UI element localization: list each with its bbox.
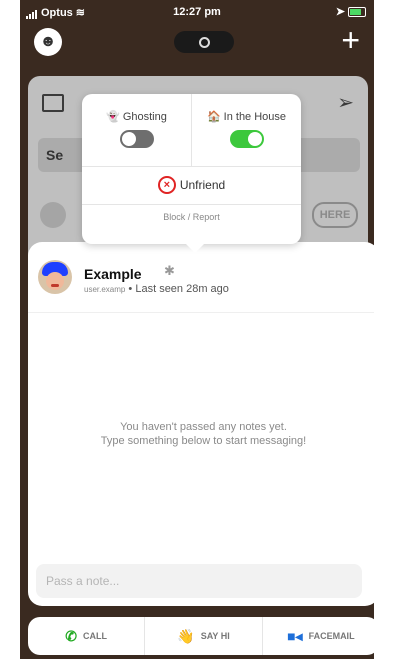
mail-icon bbox=[42, 94, 64, 112]
contact-name: Example bbox=[84, 266, 142, 282]
battery-icon bbox=[348, 6, 366, 17]
ghosting-label-wrap: 👻 Ghosting bbox=[82, 110, 191, 123]
profile-face-button[interactable]: ☻ bbox=[34, 28, 62, 56]
subtitle-separator: • bbox=[128, 283, 133, 295]
say-hi-label: SAY HI bbox=[200, 631, 230, 641]
avatar-mouth bbox=[51, 284, 59, 287]
location-icon: ➤ bbox=[335, 6, 345, 18]
background-avatar bbox=[40, 202, 66, 228]
background-search-text: Se bbox=[46, 147, 64, 163]
status-time: 12:27 pm bbox=[173, 6, 221, 18]
top-bar: ☻ + bbox=[20, 24, 374, 64]
empty-state-line-1: You haven't passed any notes yet. bbox=[120, 421, 287, 433]
contact-avatar[interactable] bbox=[38, 260, 72, 294]
in-the-house-toggle[interactable] bbox=[229, 130, 264, 148]
ghost-icon: 👻 bbox=[106, 111, 120, 123]
block-report-link[interactable]: Block / Report bbox=[82, 212, 301, 222]
in-the-house-label: In the House bbox=[223, 111, 287, 123]
wave-hand-icon: 👋 bbox=[177, 627, 195, 644]
say-hi-button[interactable]: 👋 SAY HI bbox=[144, 617, 261, 655]
contact-subtitle: user.examp • Last seen 28m ago bbox=[84, 283, 229, 295]
status-right: ➤ bbox=[336, 5, 366, 18]
last-seen: Last seen 28m ago bbox=[135, 283, 229, 295]
camera-dot-icon bbox=[198, 36, 210, 48]
ghosting-label: Ghosting bbox=[122, 111, 167, 123]
toggle-knob bbox=[247, 132, 262, 146]
close-circle-icon: × bbox=[157, 176, 176, 194]
ghosting-toggle[interactable] bbox=[119, 130, 154, 148]
unfriend-button[interactable]: × Unfriend bbox=[82, 166, 301, 205]
chat-panel: Example ✱ user.examp • Last seen 28m ago… bbox=[28, 242, 374, 606]
in-the-house-label-wrap: 🏠 In the House bbox=[192, 110, 301, 123]
call-label: CALL bbox=[83, 631, 108, 641]
add-button[interactable]: + bbox=[341, 24, 360, 56]
bottom-action-bar: ✆ CALL 👋 SAY HI ■◂ FACEMAIL bbox=[28, 617, 374, 655]
toggle-row: 👻 Ghosting 🏠 In the House bbox=[82, 94, 301, 167]
note-input[interactable] bbox=[36, 564, 362, 598]
facemail-button[interactable]: ■◂ FACEMAIL bbox=[261, 617, 374, 655]
send-icon: ➢ bbox=[337, 92, 354, 114]
contact-username: user.examp bbox=[84, 285, 126, 294]
phone-icon: ✆ bbox=[65, 627, 78, 644]
camera-pill-button[interactable] bbox=[174, 31, 234, 53]
facemail-label: FACEMAIL bbox=[308, 631, 355, 641]
status-bar: Optus ≋ 12:27 pm ➤ bbox=[20, 0, 374, 22]
video-camera-icon: ■◂ bbox=[287, 627, 303, 644]
phone-screen: Optus ≋ 12:27 pm ➤ ☻ + ➢ Se HERE 👻 Ghosti… bbox=[20, 0, 374, 659]
face-icon: ☻ bbox=[39, 33, 57, 50]
avatar-face bbox=[46, 272, 64, 290]
ghosting-toggle-cell: 👻 Ghosting bbox=[82, 94, 191, 166]
call-button[interactable]: ✆ CALL bbox=[28, 617, 144, 655]
here-badge: HERE bbox=[312, 202, 358, 228]
in-the-house-toggle-cell: 🏠 In the House bbox=[191, 94, 301, 166]
house-icon: 🏠 bbox=[206, 111, 221, 123]
empty-state-message: You haven't passed any notes yet. Type s… bbox=[28, 420, 374, 448]
friend-options-popover: 👻 Ghosting 🏠 In the House × Unfriend Block… bbox=[82, 94, 301, 253]
unfriend-label: Unfriend bbox=[179, 178, 226, 192]
empty-state-line-2: Type something below to start messaging! bbox=[100, 435, 307, 447]
toggle-knob bbox=[121, 132, 136, 146]
gear-icon[interactable]: ✱ bbox=[164, 263, 175, 279]
